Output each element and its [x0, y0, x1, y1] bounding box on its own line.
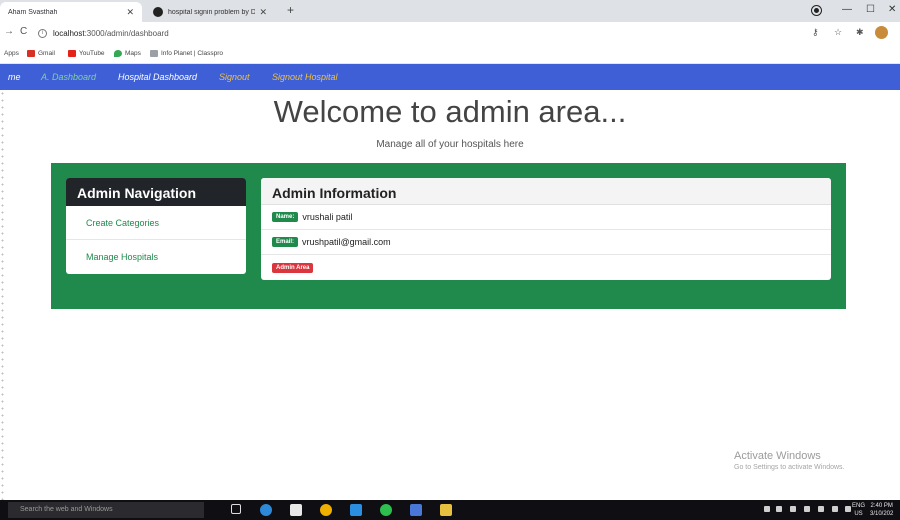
avatar[interactable]: [875, 26, 888, 39]
star-icon[interactable]: ☆: [834, 27, 842, 38]
youtube-icon: [68, 50, 76, 57]
bookmark-label: Gmail: [38, 50, 55, 57]
admin-navigation-card: Admin Navigation Create Categories Manag…: [66, 178, 246, 274]
tray-app-icon[interactable]: [776, 506, 782, 512]
url-field[interactable]: i localhost:3000/admin/dashboard: [38, 25, 778, 41]
info-row-email: Email: vrushpatil@gmail.com: [261, 230, 831, 255]
reload-icon[interactable]: C: [20, 26, 27, 37]
clock-time: 2:40 PM: [870, 503, 893, 509]
nav-item-create-categories[interactable]: Create Categories: [66, 206, 246, 240]
bookmark-gmail[interactable]: Gmail: [27, 50, 55, 57]
site-info-icon[interactable]: i: [38, 28, 47, 38]
key-icon[interactable]: ⚷: [812, 27, 819, 38]
nav-link-hospital-dashboard[interactable]: Hospital Dashboard: [118, 72, 197, 82]
admin-information-title: Admin Information: [261, 178, 831, 205]
battery-icon[interactable]: [804, 506, 810, 512]
page-subtitle: Manage all of your hospitals here: [376, 139, 524, 150]
edge-icon[interactable]: [260, 504, 272, 516]
tab-aham-svasthah[interactable]: Aham Svasthah ✕: [0, 2, 142, 22]
bookmarks-bar: Apps Gmail YouTube Maps Info Planet | Cl…: [0, 44, 900, 64]
email-badge: Email:: [272, 237, 299, 247]
app-icon[interactable]: [410, 504, 422, 516]
profile-icon[interactable]: [812, 6, 821, 15]
bookmark-apps[interactable]: Apps: [4, 50, 19, 57]
gmail-icon: [27, 50, 35, 57]
bookmark-label: Apps: [4, 50, 19, 57]
notification-icon[interactable]: [845, 506, 851, 512]
navbar-brand[interactable]: me: [8, 72, 21, 82]
name-badge: Name:: [272, 212, 299, 222]
language-indicator[interactable]: ENG US: [852, 502, 865, 518]
forward-icon[interactable]: →: [4, 26, 14, 37]
info-row-area: Admin Area: [261, 255, 831, 280]
address-bar-row: → C i localhost:3000/admin/dashboard ⚷ ☆…: [0, 22, 900, 44]
admin-email: vrushpatil@gmail.com: [302, 237, 391, 247]
task-view-icon[interactable]: [231, 504, 241, 514]
taskbar-search-input[interactable]: Search the web and Windows: [8, 502, 204, 518]
minimize-icon[interactable]: —: [842, 4, 852, 15]
url-host: localhost: [53, 28, 85, 38]
whatsapp-icon[interactable]: [380, 504, 392, 516]
admin-area-badge: Admin Area: [272, 262, 314, 273]
close-icon[interactable]: ✕: [259, 7, 267, 18]
tab-hospital-signin[interactable]: hospital signin problem by Dhiraj ✕: [145, 2, 275, 22]
bookmark-info-planet[interactable]: Info Planet | Classpro: [150, 50, 223, 57]
close-window-icon[interactable]: ✕: [888, 4, 896, 15]
page-title: Welcome to admin area...: [273, 94, 627, 129]
admin-navigation-title: Admin Navigation: [66, 178, 246, 206]
close-icon[interactable]: ✕: [126, 7, 134, 18]
bookmark-maps[interactable]: Maps: [114, 50, 141, 57]
github-icon: [153, 7, 163, 17]
bookmark-youtube[interactable]: YouTube: [68, 50, 105, 57]
extension-icon[interactable]: ✱: [856, 27, 864, 38]
nav-link-signout[interactable]: Signout: [219, 72, 250, 82]
tray-chevron-icon[interactable]: [764, 506, 770, 512]
clock[interactable]: 2:40 PM 3/10/202: [870, 502, 893, 518]
windows-taskbar: Search the web and Windows ENG US 2:40 P…: [0, 500, 900, 520]
chrome-icon[interactable]: [320, 504, 332, 516]
volume-icon[interactable]: [832, 506, 838, 512]
nav-item-manage-hospitals[interactable]: Manage Hospitals: [66, 240, 246, 274]
info-planet-icon: [150, 50, 158, 57]
app-navbar: me A. Dashboard Hospital Dashboard Signo…: [0, 64, 900, 90]
bookmark-label: Info Planet | Classpro: [161, 50, 224, 57]
language-code: ENG: [852, 503, 866, 509]
tab-label: Aham Svasthah: [8, 8, 58, 16]
maximize-icon[interactable]: ☐: [866, 4, 875, 15]
file-explorer-icon[interactable]: [440, 504, 452, 516]
nav-link-signout-hospital[interactable]: Signout Hospital: [272, 72, 338, 82]
new-tab-button[interactable]: +: [287, 3, 294, 17]
clock-date: 3/10/202: [870, 511, 894, 517]
edge-artifact: [0, 90, 6, 500]
region-code: US: [854, 511, 863, 517]
admin-name: vrushali patil: [302, 212, 353, 222]
bookmark-label: YouTube: [79, 50, 105, 57]
tab-label: hospital signin problem by Dhiraj: [168, 8, 256, 16]
store-icon[interactable]: [290, 504, 302, 516]
vscode-icon[interactable]: [350, 504, 362, 516]
maps-pin-icon: [114, 50, 122, 57]
activate-windows-title: Activate Windows: [734, 450, 821, 462]
url-path: :3000/admin/dashboard: [84, 28, 169, 38]
admin-information-card: Admin Information Name: vrushali patil E…: [261, 178, 831, 280]
bookmark-label: Maps: [125, 50, 141, 57]
wifi-icon[interactable]: [818, 506, 824, 512]
activate-windows-subtitle: Go to Settings to activate Windows.: [734, 464, 845, 471]
browser-tab-strip: Aham Svasthah ✕ hospital signin problem …: [0, 0, 900, 22]
nav-link-admin-dashboard[interactable]: A. Dashboard: [41, 72, 96, 82]
network-icon[interactable]: [790, 506, 796, 512]
info-row-name: Name: vrushali patil: [261, 205, 831, 230]
